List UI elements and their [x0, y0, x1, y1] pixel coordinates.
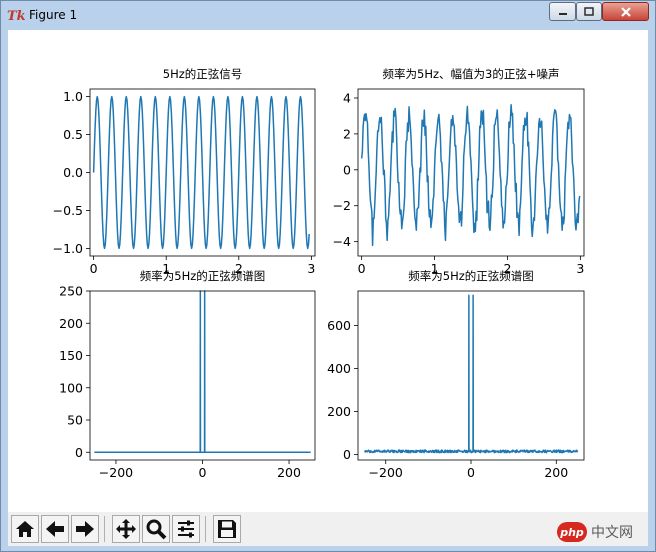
y-tick-label: 0: [75, 445, 83, 460]
title-bar[interactable]: Tk Figure 1: [1, 1, 655, 30]
save-icon: [218, 520, 236, 538]
subplot-title: 频率为5Hz的正弦频谱图: [140, 269, 266, 283]
y-tick-label: 200: [327, 404, 351, 419]
close-button[interactable]: [602, 2, 649, 21]
back-button[interactable]: [41, 515, 69, 543]
minimize-icon: [558, 12, 567, 15]
subplot-1: 0 1 2 31.00.50.0−0.5−1.05Hz的正弦信号: [53, 67, 316, 276]
pan-button[interactable]: [112, 515, 140, 543]
y-tick-label: 0.0: [63, 165, 83, 180]
y-tick-label: 200: [59, 316, 83, 331]
y-tick-label: 600: [327, 318, 351, 333]
maximize-icon: [584, 6, 594, 16]
zoom-icon: [146, 519, 167, 540]
toolbar-separator: [104, 516, 105, 542]
back-arrow-icon: [46, 521, 64, 537]
x-tick-label: 0: [358, 261, 366, 276]
forward-button[interactable]: [71, 515, 99, 543]
series-line-3-1: [94, 290, 311, 454]
site-watermark: php 中文网: [557, 519, 649, 545]
y-tick-label: 400: [327, 361, 351, 376]
x-tick-label: 3: [307, 261, 315, 276]
toolbar-separator: [205, 516, 206, 542]
home-icon: [16, 521, 34, 537]
svg-text:Tk: Tk: [7, 9, 25, 23]
subplot-3: −200 0 200 250 200 150 100 50 0 频率为5Hz的正弦频谱图: [59, 269, 316, 480]
y-tick-label: 0: [343, 447, 351, 462]
watermark-text: 中文网: [591, 525, 633, 541]
minimize-button[interactable]: [549, 2, 576, 21]
y-tick-label: 0: [343, 162, 351, 177]
series-line-1-1: [92, 95, 310, 250]
series-line-4-1: [364, 294, 579, 454]
navigation-toolbar: [8, 512, 648, 546]
figure-canvas: 0 1 2 3 1.0 0.5 0.0 −0.5 −1.0 5Hz的正弦信号 0 1 2 3 4 2 0 −2 −4…: [8, 30, 648, 512]
y-tick-label: 1.0: [63, 89, 83, 104]
subplot-4: −200 0 200 600 400 200 0 频率为5Hz的正弦频谱图: [327, 269, 585, 480]
x-tick-label: 0: [90, 261, 98, 276]
save-button[interactable]: [213, 515, 241, 543]
y-tick-label: 250: [59, 284, 83, 299]
close-icon: [620, 6, 631, 17]
y-tick-label: 0.5: [63, 127, 83, 142]
x-tick-label: 200: [277, 465, 301, 480]
y-tick-label: −1.0: [53, 241, 83, 256]
figure-plot-area[interactable]: 0 1 2 31.00.50.0−0.5−1.05Hz的正弦信号0 1 2 3420−2−4…: [8, 30, 648, 512]
subplots-icon: [178, 520, 194, 538]
y-tick-label: −2: [333, 198, 351, 213]
home-button[interactable]: [11, 515, 39, 543]
window-title: Figure 1: [29, 8, 78, 22]
y-tick-label: 150: [59, 348, 83, 363]
y-tick-label: 2: [343, 126, 351, 141]
subplots-button[interactable]: [172, 515, 200, 543]
y-tick-label: 100: [59, 380, 83, 395]
watermark-logo: php: [557, 522, 587, 542]
forward-arrow-icon: [76, 521, 94, 537]
x-tick-label: −200: [369, 465, 403, 480]
y-tick-label: 50: [67, 413, 83, 428]
subplot-2: 0 1 2 3420−2−4频率为5Hz、幅值为3的正弦+噪声: [333, 67, 585, 276]
x-tick-label: 200: [544, 465, 568, 480]
subplot-title: 5Hz的正弦信号: [163, 67, 243, 81]
series-line-2-1: [360, 104, 581, 247]
x-tick-label: 3: [576, 261, 584, 276]
figure-window: Tk Figure 1 0 1 2 3 1.0 0.5 0.0 −0.5 −1.0 5Hz的正弦信…: [0, 0, 656, 552]
y-tick-label: −0.5: [53, 203, 83, 218]
tk-feather-icon: Tk: [7, 9, 25, 23]
x-tick-label: 0: [467, 465, 475, 480]
zoom-button[interactable]: [142, 515, 170, 543]
y-tick-label: 4: [343, 90, 351, 105]
y-tick-label: −4: [333, 234, 351, 249]
maximize-button[interactable]: [576, 2, 602, 21]
axes-frame: [89, 290, 316, 461]
subplot-title: 频率为5Hz的正弦频谱图: [408, 269, 534, 283]
pan-icon: [116, 519, 136, 539]
subplot-title: 频率为5Hz、幅值为3的正弦+噪声: [383, 67, 560, 81]
x-tick-label: 0: [199, 465, 207, 480]
x-tick-label: −200: [99, 465, 133, 480]
axes-frame: [357, 290, 585, 461]
